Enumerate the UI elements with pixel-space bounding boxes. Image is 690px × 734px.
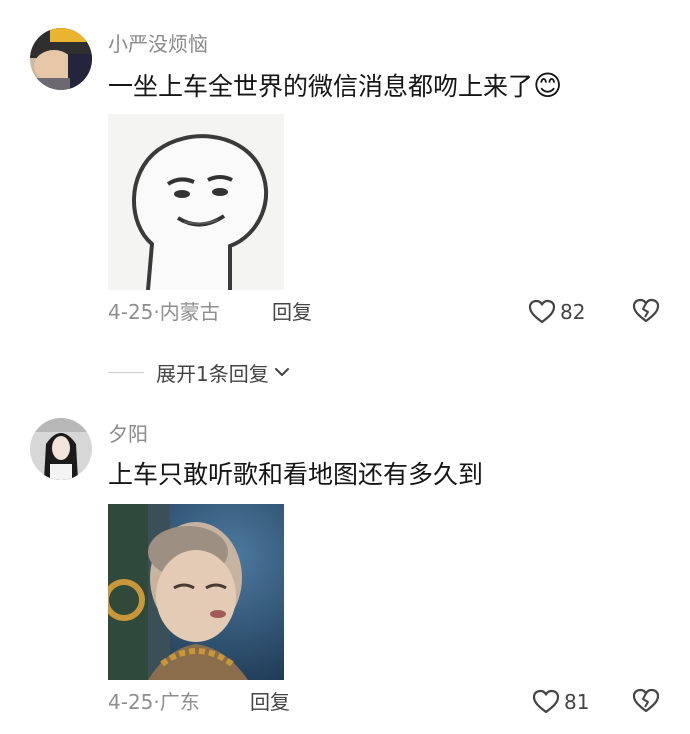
avatar[interactable] [30,418,92,480]
like-count: 82 [560,300,586,324]
dislike-button[interactable] [632,687,662,717]
meme-sticker-image[interactable] [108,114,284,291]
reply-button[interactable]: 回复 [250,690,290,714]
heart-icon [532,689,560,714]
like-button[interactable]: 82 [528,297,585,327]
comment-item: 小严没烦恼 一坐上车全世界的微信消息都吻上来了😊 4-25·内蒙古 回复 82 [0,0,690,340]
comment-text: 一坐上车全世界的微信消息都吻上来了😊 [108,70,562,103]
dislike-button[interactable] [632,297,662,327]
tv-still-image[interactable] [108,504,284,680]
avatar[interactable] [30,28,92,90]
username[interactable]: 夕阳 [108,422,148,446]
expand-replies-button[interactable]: 展开1条回复 [108,358,291,386]
comment-text-content: 一坐上车全世界的微信消息都吻上来了 [108,72,534,101]
comment-item: 夕阳 上车只敢听歌和看地图还有多久到 4-25·广东 回复 81 [0,400,690,734]
like-count: 81 [564,690,590,714]
comment-date: 4-25 [108,300,154,324]
comment-location: 内蒙古 [159,300,220,324]
expand-replies-label: 展开1条回复 [156,361,269,386]
username[interactable]: 小严没烦恼 [108,32,208,56]
broken-heart-icon [632,688,660,713]
heart-icon [528,299,556,324]
comment-meta: 4-25·内蒙古 [108,300,220,324]
reply-button[interactable]: 回复 [272,300,312,324]
broken-heart-icon [632,298,660,323]
comment-meta: 4-25·广东 [108,690,200,714]
smile-emoji-icon: 😊 [533,69,563,102]
comment-text: 上车只敢听歌和看地图还有多久到 [108,460,484,489]
comment-location: 广东 [159,690,200,714]
comment-date: 4-25 [108,690,154,714]
divider [108,371,144,373]
chevron-down-icon [274,368,289,376]
like-button[interactable]: 81 [532,687,589,717]
